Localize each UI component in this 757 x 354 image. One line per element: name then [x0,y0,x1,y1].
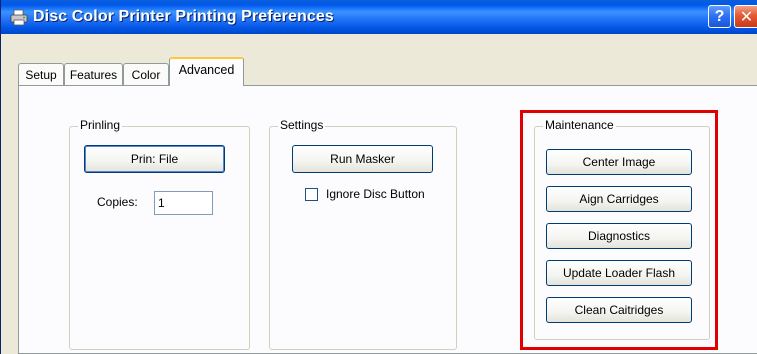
maintenance-group-label: Maintenance [543,118,616,132]
tab-setup[interactable]: Setup [18,63,64,85]
close-button[interactable]: ✕ [734,5,757,28]
help-button[interactable]: ? [708,5,731,28]
title-bar[interactable]: Disc Color Printer Printing Preferences … [1,0,757,34]
diagnostics-button[interactable]: Diagnostics [546,223,692,249]
copies-field[interactable] [154,191,213,215]
center-image-button[interactable]: Center Image [546,149,692,175]
print-file-button[interactable]: Prin: File [84,145,225,173]
printing-group-label: Prinling [78,118,123,132]
clean-cartridges-button[interactable]: Clean Caitridges [546,297,692,323]
tab-color[interactable]: Color [123,63,169,85]
run-masker-button[interactable]: Run Masker [292,145,433,173]
update-loader-flash-button[interactable]: Update Loader Flash [546,260,692,286]
ignore-disc-checkbox[interactable] [305,188,318,201]
printing-preferences-window: Disc Color Printer Printing Preferences … [0,0,757,354]
settings-group-label: Settings [278,118,326,132]
window-title: Disc Color Printer Printing Preferences [33,8,334,25]
align-cartridges-button[interactable]: Aign Carridges [546,186,692,212]
printer-icon [10,9,28,26]
ignore-disc-label: Ignore Disc Button [326,187,425,201]
tab-advanced[interactable]: Advanced [169,57,244,86]
copies-label: Copies: [97,195,138,209]
tab-features[interactable]: Features [64,63,123,85]
